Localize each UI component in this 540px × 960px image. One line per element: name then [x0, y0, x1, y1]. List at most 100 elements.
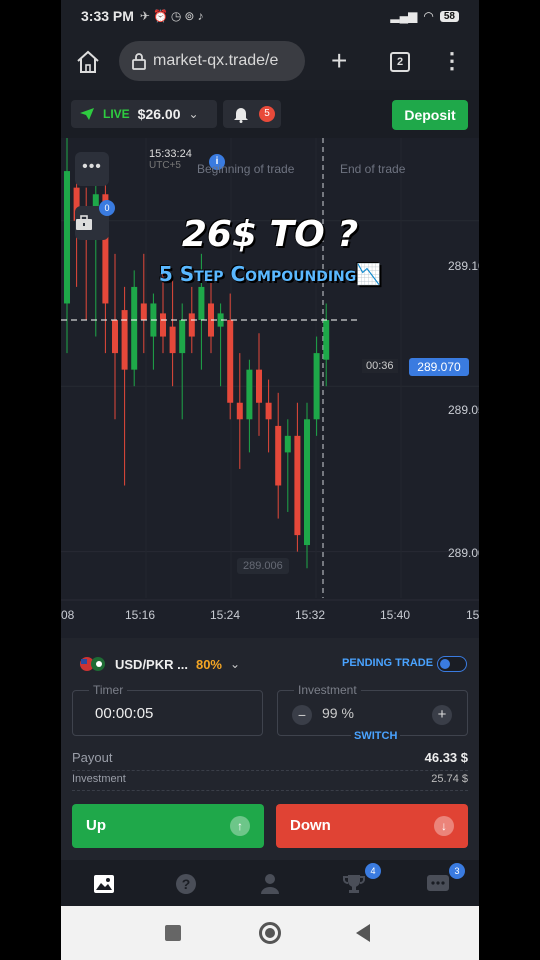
asset-payout-percent: 80%: [195, 656, 222, 672]
x-axis-label: 15:40: [380, 608, 411, 622]
status-time: 3:33 PM: [81, 8, 134, 24]
notifications-button[interactable]: 5: [223, 100, 281, 128]
timer-field[interactable]: Timer 00:00:05: [72, 683, 263, 736]
new-tab-icon[interactable]: +: [331, 47, 347, 75]
account-mode: LIVE: [103, 107, 130, 121]
asset-selector[interactable]: USD/PKR ... 80% ⌄: [79, 656, 240, 672]
up-button[interactable]: Up ↑: [72, 804, 264, 848]
current-price-tag: 289.070: [409, 358, 469, 376]
candle-body: [112, 320, 118, 354]
x-axis-label: 15:16: [125, 608, 156, 622]
investment-decrease-button[interactable]: −: [292, 705, 312, 725]
candle-body: [121, 310, 128, 370]
account-balance: $26.00: [137, 106, 181, 122]
investment-row-label: Investment: [72, 773, 126, 785]
y-axis-label: 289.000: [448, 546, 479, 560]
payout-label: Payout: [72, 750, 113, 765]
battery-icon: 58: [439, 10, 459, 22]
divider: [72, 770, 468, 771]
svg-text:?: ?: [182, 876, 191, 892]
profile-nav-icon[interactable]: [258, 872, 282, 896]
pending-trade-toggle[interactable]: [437, 656, 467, 672]
chevron-down-icon: ⌄: [188, 107, 199, 121]
candle-body: [313, 353, 320, 420]
system-navigation-bar: [61, 906, 479, 960]
help-nav-icon[interactable]: ?: [174, 872, 198, 896]
chart-options-button[interactable]: •••: [75, 152, 109, 186]
candle-body: [294, 435, 301, 536]
x-axis-label: 15:32: [295, 608, 326, 622]
pending-trade-label: PENDING TRADE: [342, 657, 434, 669]
candle-body: [160, 313, 166, 337]
candle-body: [140, 303, 147, 321]
currency-flags-icon: [80, 657, 105, 671]
address-bar[interactable]: market-qx.trade/e: [119, 41, 305, 81]
account-selector[interactable]: LIVE $26.00 ⌄: [71, 100, 217, 128]
investment-value[interactable]: 99 %: [322, 705, 354, 721]
account-bar: LIVE $26.00 ⌄ 5 Deposit: [61, 90, 479, 138]
timer-label: Timer: [89, 683, 128, 697]
end-of-trade-label: End of trade: [340, 162, 406, 176]
back-icon[interactable]: [356, 924, 370, 942]
candle-body: [131, 286, 138, 370]
switch-button[interactable]: SWITCH: [351, 730, 401, 742]
status-bar: 3:33 PM ✈⏰◷⊚♪ ▂▄▆ ◠ 58: [61, 0, 479, 32]
chart-clock: 15:33:24 UTC+5: [149, 148, 192, 171]
video-overlay-subtitle: 5 Step Compounding📉: [158, 262, 382, 286]
timer-value: 00:00:05: [95, 705, 154, 722]
phone-screen: 3:33 PM ✈⏰◷⊚♪ ▂▄▆ ◠ 58 market-qx.trade/e…: [61, 0, 479, 960]
toggle-knob: [440, 659, 450, 669]
y-axis-label: 289.050: [448, 403, 479, 417]
browser-toolbar: market-qx.trade/e + 2 ⋮: [61, 32, 479, 90]
tab-switcher-button[interactable]: 2: [390, 52, 410, 72]
wifi-icon: ◠: [423, 9, 434, 23]
payout-value: 46.33 $: [424, 750, 468, 765]
home-icon[interactable]: [75, 50, 101, 74]
trade-panel: USD/PKR ... 80% ⌄ PENDING TRADE Timer 00…: [61, 638, 479, 860]
investment-label: Investment: [294, 683, 361, 697]
home-button-icon[interactable]: [259, 922, 281, 944]
trophy-badge: 4: [365, 863, 381, 879]
arrow-down-icon: ↓: [434, 816, 454, 836]
signal-icon: ▂▄▆: [390, 9, 418, 23]
clock-time: 15:33:24: [149, 148, 192, 160]
notification-icons: ✈⏰◷⊚♪: [139, 9, 207, 23]
candle-body: [227, 320, 234, 403]
candle-body: [179, 320, 186, 354]
candle-body: [246, 369, 253, 420]
x-axis-label: 15: [466, 608, 479, 622]
send-plane-icon: [80, 108, 94, 120]
timezone: UTC+5: [149, 160, 181, 171]
candle-body: [236, 402, 243, 420]
investment-row-value: 25.74 $: [431, 773, 468, 785]
divider: [72, 790, 468, 791]
down-button[interactable]: Down ↓: [276, 804, 468, 848]
bell-icon: [234, 108, 248, 123]
video-overlay-title: 26$ TO ?: [181, 214, 359, 255]
url-text: market-qx.trade/e: [153, 52, 279, 69]
deposit-button[interactable]: Deposit: [392, 100, 468, 130]
candle-body: [169, 326, 176, 354]
more-menu-icon[interactable]: ⋮: [441, 50, 463, 72]
notification-count-badge: 5: [259, 106, 275, 122]
candle-body: [275, 425, 282, 486]
arrow-up-icon: ↑: [230, 816, 250, 836]
x-axis-label: 08: [61, 608, 75, 622]
chat-nav-icon[interactable]: [426, 872, 450, 896]
candle-body: [188, 313, 195, 337]
system-indicators: ▂▄▆ ◠ 58: [390, 9, 459, 23]
candle-body: [256, 369, 262, 403]
x-axis-label: 15:24: [210, 608, 241, 622]
price-chart[interactable]: ••• 0 15:33:24 UTC+5 i Beginning of trad…: [61, 138, 479, 638]
chart-nav-icon[interactable]: [92, 872, 116, 896]
candle-body: [284, 435, 291, 453]
bottom-nav: ? 4 3: [61, 860, 479, 906]
recent-apps-icon[interactable]: [165, 925, 181, 941]
up-label: Up: [86, 817, 106, 834]
candle-body: [323, 320, 330, 360]
trophy-nav-icon[interactable]: [342, 872, 366, 896]
y-axis-label: 289.100: [448, 259, 479, 273]
low-price-label: 289.006: [237, 558, 289, 574]
investment-increase-button[interactable]: +: [432, 705, 452, 725]
beginning-of-trade-label: Beginning of trade: [197, 162, 295, 176]
